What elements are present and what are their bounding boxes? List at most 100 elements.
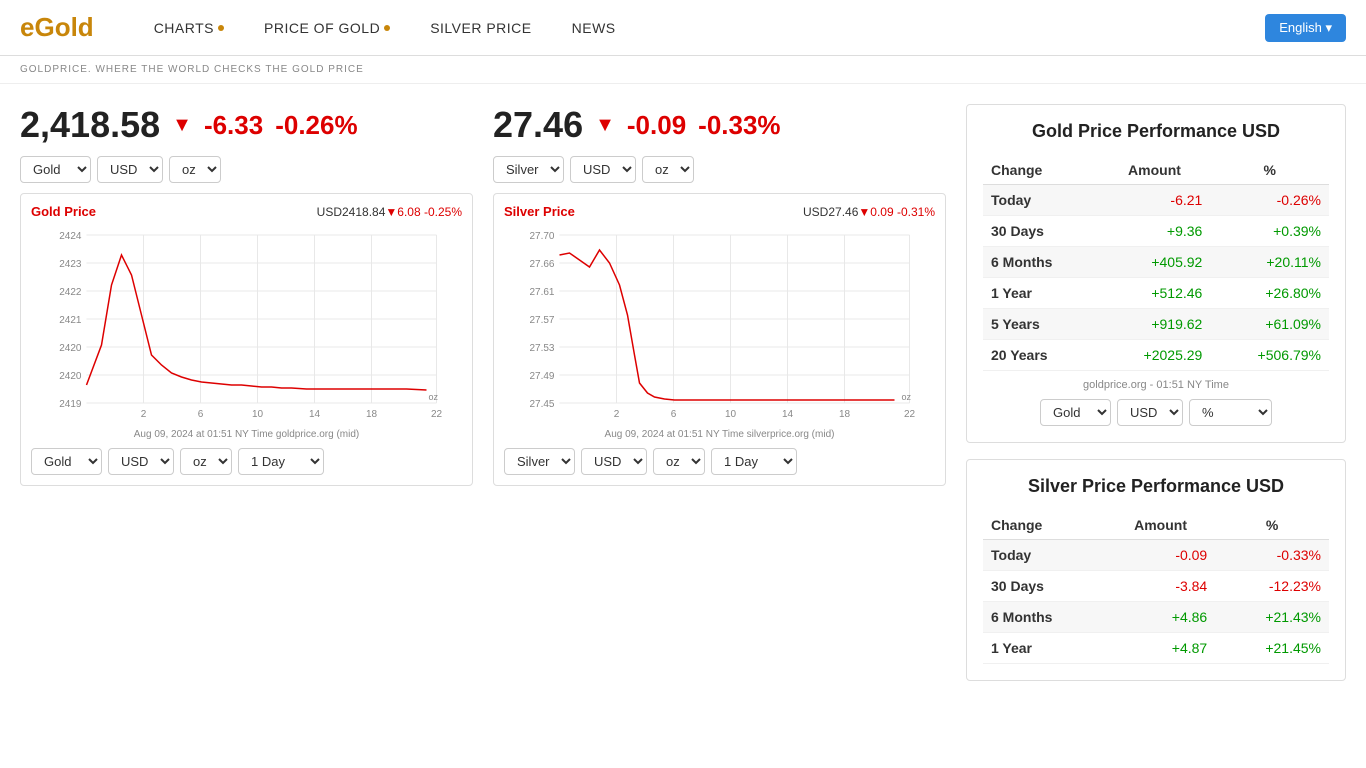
gold-perf-pct: +20.11% xyxy=(1210,247,1329,278)
svg-text:10: 10 xyxy=(725,409,737,420)
silver-perf-col-amount: Amount xyxy=(1106,511,1215,540)
gold-perf-period: 6 Months xyxy=(983,247,1099,278)
gold-perf-card: Gold Price Performance USD Change Amount… xyxy=(966,104,1346,443)
silver-perf-period: 30 Days xyxy=(983,571,1106,602)
svg-text:27.70: 27.70 xyxy=(529,231,554,242)
gold-perf-period: 5 Years xyxy=(983,309,1099,340)
logo-brand: Gold xyxy=(34,12,93,42)
logo[interactable]: eGold xyxy=(20,12,94,43)
svg-text:22: 22 xyxy=(904,409,916,420)
svg-text:10: 10 xyxy=(252,409,264,420)
gold-perf-col-change: Change xyxy=(983,156,1099,185)
svg-text:18: 18 xyxy=(366,409,378,420)
nav-silver-price[interactable]: SILVER PRICE xyxy=(430,20,531,36)
navbar: eGold CHARTS PRICE OF GOLD SILVER PRICE … xyxy=(0,0,1366,56)
silver-price-change: -0.09 xyxy=(627,110,686,141)
silver-perf-pct: +21.43% xyxy=(1215,602,1329,633)
gold-perf-amount: +2025.29 xyxy=(1099,340,1211,371)
svg-text:22: 22 xyxy=(431,409,443,420)
language-button[interactable]: English ▾ xyxy=(1265,14,1346,42)
silver-arrow-down-icon: ▼ xyxy=(595,114,615,137)
svg-text:18: 18 xyxy=(839,409,851,420)
silver-perf-row: Today -0.09 -0.33% xyxy=(983,540,1329,571)
silver-chart-info: USD27.46▼0.09 -0.31% xyxy=(803,205,935,219)
gold-perf-row: 6 Months +405.92 +20.11% xyxy=(983,247,1329,278)
gold-perf-period: 30 Days xyxy=(983,216,1099,247)
gold-perf-table: Change Amount % Today -6.21 -0.26% 30 Da… xyxy=(983,156,1329,371)
nav-price-of-gold[interactable]: PRICE OF GOLD xyxy=(264,20,390,36)
nav-news[interactable]: NEWS xyxy=(572,20,616,36)
gold-unit-select[interactable]: ozgkg xyxy=(169,156,221,183)
gold-chart-metal-select[interactable]: GoldSilver xyxy=(31,448,102,475)
silver-perf-period: 6 Months xyxy=(983,602,1106,633)
silver-unit-select[interactable]: ozg xyxy=(642,156,694,183)
silver-perf-amount: -3.84 xyxy=(1106,571,1215,602)
silver-perf-period: 1 Year xyxy=(983,633,1106,664)
silver-perf-period: Today xyxy=(983,540,1106,571)
silver-chart-container: 27.70 27.66 27.61 27.57 27.53 27.49 27.4… xyxy=(504,225,935,425)
silver-price-value: 27.46 xyxy=(493,104,583,146)
charts-dot xyxy=(218,25,224,31)
gold-perf-pct: +61.09% xyxy=(1210,309,1329,340)
gold-perf-pct: +0.39% xyxy=(1210,216,1329,247)
silver-chart-card: Silver Price USD27.46▼0.09 -0.31% xyxy=(493,193,946,486)
silver-chart-unit-select[interactable]: ozg xyxy=(653,448,705,475)
gold-perf-col-amount: Amount xyxy=(1099,156,1211,185)
gold-perf-metal-select[interactable]: GoldSilver xyxy=(1040,399,1111,426)
silver-chart-header: Silver Price USD27.46▼0.09 -0.31% xyxy=(504,204,935,219)
silver-perf-pct: -12.23% xyxy=(1215,571,1329,602)
silver-perf-amount: +4.87 xyxy=(1106,633,1215,664)
gold-price-pct: -0.26% xyxy=(275,110,357,141)
gold-perf-currency-select[interactable]: USDEUR xyxy=(1117,399,1183,426)
logo-prefix: e xyxy=(20,12,34,42)
gold-perf-footer: goldprice.org - 01:51 NY Time xyxy=(983,379,1329,391)
gold-arrow-down-icon: ▼ xyxy=(172,114,192,137)
silver-price-pct: -0.33% xyxy=(698,110,780,141)
silver-price-header: 27.46 ▼ -0.09 -0.33% xyxy=(493,104,946,146)
gold-chart-title: Gold Price xyxy=(31,204,96,219)
silver-chart-selectors: SilverGold USDEUR ozg 1 Day7 Days30 Days xyxy=(504,448,935,475)
silver-chart-period-select[interactable]: 1 Day7 Days30 Days xyxy=(711,448,797,475)
performance-section: Gold Price Performance USD Change Amount… xyxy=(966,104,1346,697)
gold-perf-row: 1 Year +512.46 +26.80% xyxy=(983,278,1329,309)
silver-perf-col-change: Change xyxy=(983,511,1106,540)
gold-chart-period-select[interactable]: 1 Day7 Days30 Days xyxy=(238,448,324,475)
gold-chart-card: Gold Price USD2418.84▼6.08 -0.25% xyxy=(20,193,473,486)
svg-text:2424: 2424 xyxy=(59,231,82,242)
gold-chart-currency-select[interactable]: USDEUR xyxy=(108,448,174,475)
gold-section: 2,418.58 ▼ -6.33 -0.26% GoldSilver USDEU… xyxy=(20,104,473,697)
silver-currency-select[interactable]: USDEUR xyxy=(570,156,636,183)
nav-charts[interactable]: CHARTS xyxy=(154,20,224,36)
gold-perf-period: Today xyxy=(983,185,1099,216)
svg-text:2421: 2421 xyxy=(59,315,82,326)
gold-perf-row: 5 Years +919.62 +61.09% xyxy=(983,309,1329,340)
silver-metal-select[interactable]: SilverGold xyxy=(493,156,564,183)
svg-text:27.45: 27.45 xyxy=(529,399,554,410)
svg-text:oz: oz xyxy=(902,392,912,402)
gold-perf-pct: +506.79% xyxy=(1210,340,1329,371)
silver-perf-table: Change Amount % Today -0.09 -0.33% 30 Da… xyxy=(983,511,1329,664)
gold-chart-header: Gold Price USD2418.84▼6.08 -0.25% xyxy=(31,204,462,219)
gold-chart-unit-select[interactable]: ozg xyxy=(180,448,232,475)
gold-metal-select[interactable]: GoldSilver xyxy=(20,156,91,183)
gold-currency-select[interactable]: USDEUR xyxy=(97,156,163,183)
svg-text:27.49: 27.49 xyxy=(529,371,554,382)
svg-text:6: 6 xyxy=(671,409,677,420)
silver-perf-card: Silver Price Performance USD Change Amou… xyxy=(966,459,1346,681)
silver-chart-metal-select[interactable]: SilverGold xyxy=(504,448,575,475)
gold-perf-amount: -6.21 xyxy=(1099,185,1211,216)
gold-perf-title: Gold Price Performance USD xyxy=(983,121,1329,142)
gold-price-value: 2,418.58 xyxy=(20,104,160,146)
silver-perf-row: 1 Year +4.87 +21.45% xyxy=(983,633,1329,664)
main-content: 2,418.58 ▼ -6.33 -0.26% GoldSilver USDEU… xyxy=(0,84,1366,717)
silver-chart-currency-select[interactable]: USDEUR xyxy=(581,448,647,475)
gold-perf-pct: +26.80% xyxy=(1210,278,1329,309)
gold-perf-unit-select[interactable]: %Amount xyxy=(1189,399,1272,426)
svg-text:14: 14 xyxy=(782,409,794,420)
nav-links: CHARTS PRICE OF GOLD SILVER PRICE NEWS xyxy=(154,20,1266,36)
svg-text:27.61: 27.61 xyxy=(529,287,554,298)
svg-text:2420: 2420 xyxy=(59,371,82,382)
silver-chart-svg: 27.70 27.66 27.61 27.57 27.53 27.49 27.4… xyxy=(504,225,935,425)
gold-perf-pct: -0.26% xyxy=(1210,185,1329,216)
gold-perf-period: 1 Year xyxy=(983,278,1099,309)
